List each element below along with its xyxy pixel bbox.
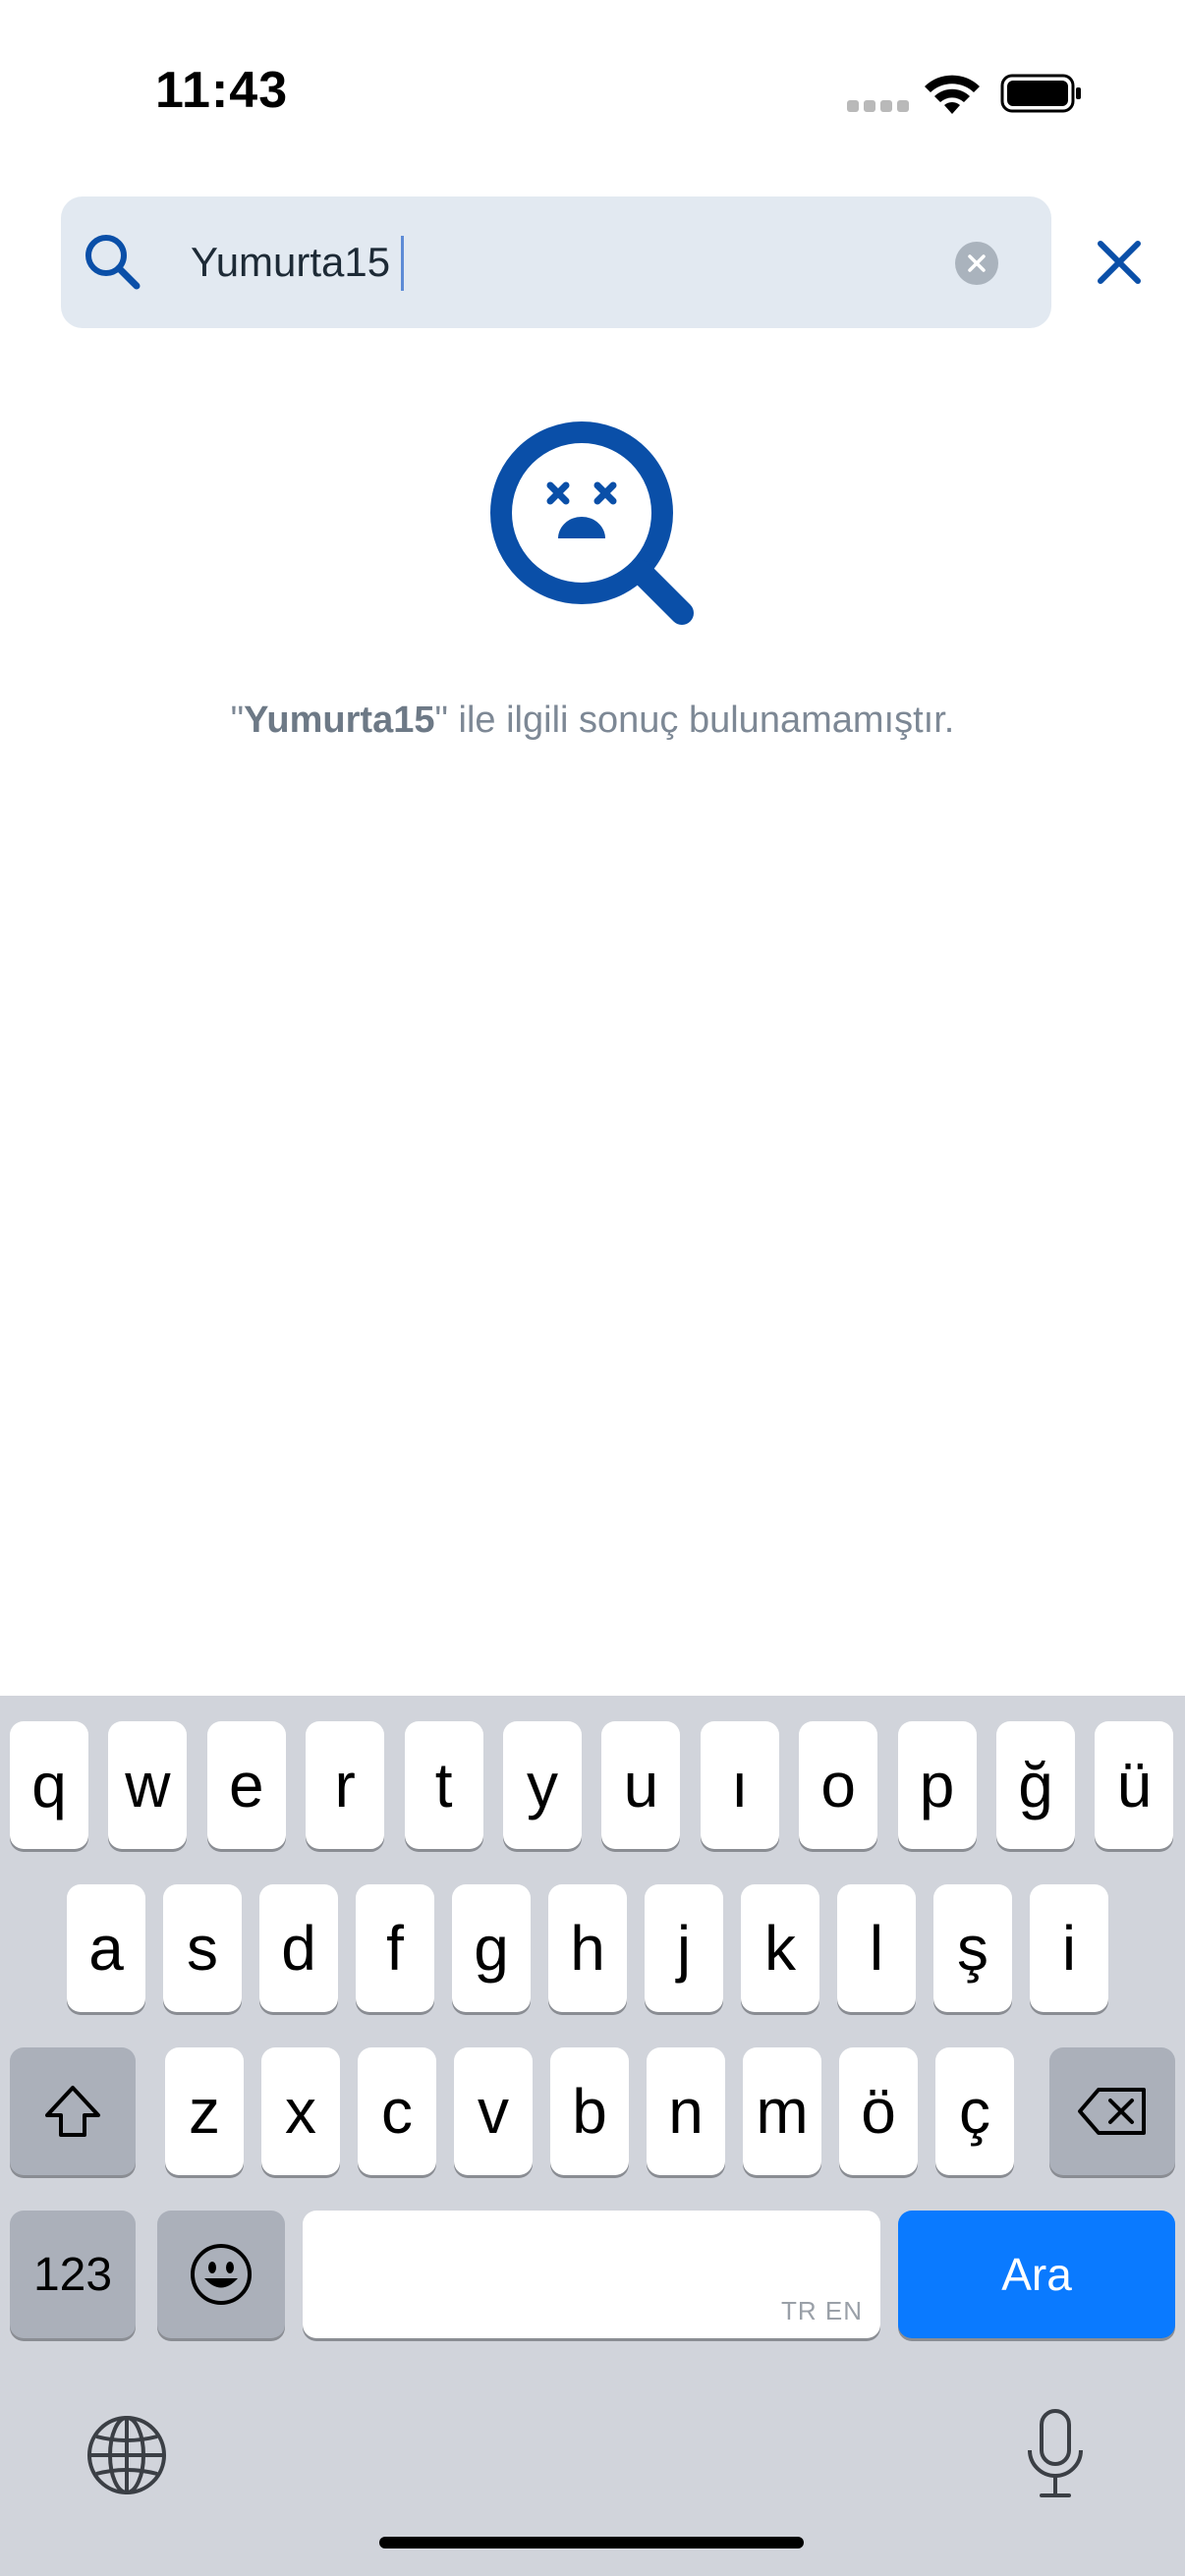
home-indicator[interactable] — [379, 2537, 804, 2548]
no-results-icon — [490, 421, 694, 625]
key-m[interactable]: m — [743, 2047, 821, 2175]
backspace-icon — [1078, 2088, 1146, 2135]
key-s[interactable]: s — [163, 1884, 242, 2012]
key-ö[interactable]: ö — [839, 2047, 918, 2175]
keyboard: qwertyuıopğü asdfghjklşi zxcvbnmöç 123 T… — [0, 1696, 1185, 2576]
key-z[interactable]: z — [165, 2047, 244, 2175]
battery-icon — [1000, 74, 1081, 113]
cellular-signal-icon — [847, 100, 909, 112]
quote-open: " — [230, 700, 245, 741]
wifi-icon — [925, 75, 980, 114]
key-ü[interactable]: ü — [1095, 1721, 1174, 1849]
space-language-hint: TR EN — [781, 2296, 863, 2325]
key-n[interactable]: n — [647, 2047, 725, 2175]
key-p[interactable]: p — [897, 1721, 977, 1849]
emoji-key[interactable] — [157, 2211, 285, 2338]
clear-search-button[interactable] — [955, 242, 998, 285]
search-icon — [85, 235, 141, 290]
close-search-button[interactable] — [1093, 236, 1146, 289]
key-w[interactable]: w — [108, 1721, 188, 1849]
key-ı[interactable]: ı — [700, 1721, 779, 1849]
numbers-key[interactable]: 123 — [10, 2211, 136, 2338]
microphone-icon[interactable] — [1022, 2407, 1089, 2501]
key-a[interactable]: a — [67, 1884, 145, 2012]
key-ğ[interactable]: ğ — [996, 1721, 1075, 1849]
key-v[interactable]: v — [454, 2047, 533, 2175]
clear-icon — [968, 254, 986, 272]
key-h[interactable]: h — [548, 1884, 627, 2012]
globe-icon[interactable] — [85, 2413, 169, 2497]
key-o[interactable]: o — [799, 1721, 878, 1849]
shift-key[interactable] — [10, 2047, 136, 2175]
status-bar: 11:43 — [0, 0, 1185, 187]
key-c[interactable]: c — [358, 2047, 436, 2175]
search-term: Yumurta15 — [244, 700, 435, 741]
message-suffix: " ile ilgili sonuç bulunamamıştır. — [434, 700, 955, 741]
emoji-icon — [191, 2244, 252, 2305]
key-b[interactable]: b — [550, 2047, 629, 2175]
key-t[interactable]: t — [404, 1721, 483, 1849]
key-k[interactable]: k — [741, 1884, 819, 2012]
backspace-key[interactable] — [1049, 2047, 1175, 2175]
search-input[interactable] — [191, 226, 937, 299]
key-y[interactable]: y — [503, 1721, 582, 1849]
key-q[interactable]: q — [10, 1721, 88, 1849]
status-time: 11:43 — [155, 62, 289, 119]
key-i[interactable]: i — [1030, 1884, 1108, 2012]
no-results-message: "Yumurta15" ile ilgili sonuç bulunamamış… — [0, 700, 1185, 742]
key-ş[interactable]: ş — [933, 1884, 1012, 2012]
space-key[interactable]: TR EN — [303, 2211, 880, 2338]
text-cursor — [401, 236, 404, 291]
key-x[interactable]: x — [261, 2047, 340, 2175]
key-g[interactable]: g — [452, 1884, 531, 2012]
shift-icon — [45, 2086, 100, 2137]
search-action-key[interactable]: Ara — [898, 2211, 1175, 2338]
key-e[interactable]: e — [206, 1721, 286, 1849]
key-ç[interactable]: ç — [935, 2047, 1014, 2175]
key-r[interactable]: r — [306, 1721, 385, 1849]
key-d[interactable]: d — [259, 1884, 338, 2012]
key-l[interactable]: l — [837, 1884, 916, 2012]
key-j[interactable]: j — [645, 1884, 723, 2012]
key-u[interactable]: u — [601, 1721, 681, 1849]
key-f[interactable]: f — [356, 1884, 434, 2012]
